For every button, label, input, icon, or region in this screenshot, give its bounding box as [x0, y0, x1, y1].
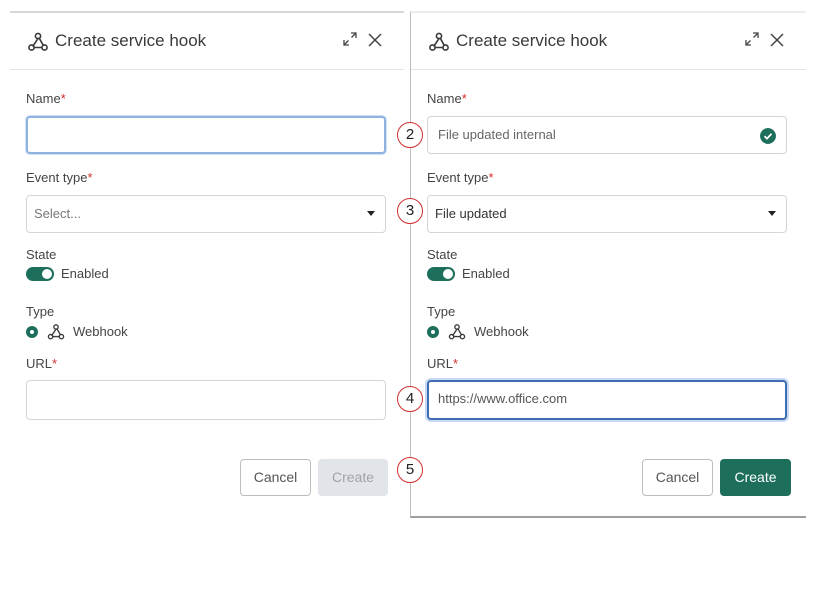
close-icon[interactable] — [368, 33, 382, 47]
type-label: Type — [26, 304, 55, 319]
state-toggle-label: Enabled — [61, 266, 109, 281]
url-input[interactable]: https://www.office.com — [427, 380, 787, 420]
step-marker-event-type: 3 — [397, 198, 423, 224]
expand-icon[interactable] — [744, 31, 760, 47]
state-label: State — [26, 247, 57, 262]
event-type-select[interactable]: Select... — [26, 195, 386, 233]
create-service-hook-dialog-filled: Create service hook Name* File updated i… — [410, 11, 806, 518]
type-radio-webhook[interactable] — [427, 326, 439, 338]
name-label: Name* — [427, 91, 467, 106]
type-option-label: Webhook — [73, 324, 128, 339]
name-input-value: File updated internal — [438, 127, 556, 142]
name-input[interactable] — [26, 116, 386, 154]
expand-icon[interactable] — [342, 31, 358, 47]
url-label: URL* — [26, 356, 58, 371]
event-type-label: Event type* — [427, 170, 494, 185]
dialog-header: Create service hook — [411, 13, 806, 70]
state-label: State — [427, 247, 458, 262]
event-type-label: Event type* — [26, 170, 93, 185]
state-toggle-label: Enabled — [462, 266, 510, 281]
type-label: Type — [427, 304, 456, 319]
state-toggle[interactable] — [26, 267, 54, 281]
url-label: URL* — [427, 356, 459, 371]
webhook-icon — [429, 32, 449, 51]
step-marker-create: 5 — [397, 457, 423, 483]
dialog-title: Create service hook — [456, 31, 608, 50]
create-service-hook-dialog-empty: Create service hook Name* Event type* Se… — [10, 11, 404, 516]
dialog-header: Create service hook — [10, 13, 404, 70]
url-input[interactable] — [26, 380, 386, 420]
dialog-title: Create service hook — [55, 31, 207, 50]
create-button[interactable]: Create — [318, 459, 388, 496]
chevron-down-icon — [367, 211, 375, 216]
step-marker-name: 2 — [397, 122, 423, 148]
event-type-value: File updated — [435, 206, 507, 221]
event-type-select[interactable]: File updated — [427, 195, 787, 233]
webhook-icon — [448, 324, 466, 340]
webhook-icon — [47, 324, 65, 340]
type-radio-webhook[interactable] — [26, 326, 38, 338]
event-type-placeholder: Select... — [34, 206, 81, 221]
name-label: Name* — [26, 91, 66, 106]
state-toggle[interactable] — [427, 267, 455, 281]
close-icon[interactable] — [770, 33, 784, 47]
cancel-button[interactable]: Cancel — [240, 459, 311, 496]
check-circle-icon — [760, 128, 776, 144]
name-input[interactable]: File updated internal — [427, 116, 787, 154]
step-marker-url: 4 — [397, 386, 423, 412]
chevron-down-icon — [768, 211, 776, 216]
webhook-icon — [28, 32, 48, 51]
cancel-button[interactable]: Cancel — [642, 459, 713, 496]
type-option-label: Webhook — [474, 324, 529, 339]
create-button[interactable]: Create — [720, 459, 791, 496]
